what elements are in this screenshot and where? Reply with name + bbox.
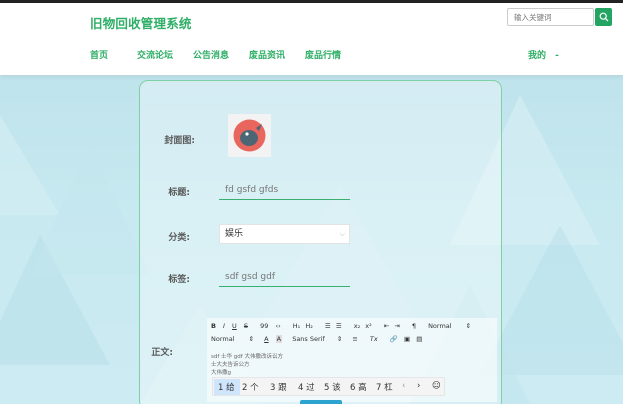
superscript-button[interactable]: x² <box>365 322 371 330</box>
editor-toolbar-row1: B I U S 99 ‹› H₁ H₂ ☰ ☰ x₂ x² ⇤ ⇥ ¶ Norm… <box>211 322 471 330</box>
search-icon <box>599 12 608 22</box>
image-icon[interactable]: ▣ <box>404 335 410 343</box>
link-icon[interactable]: 🔗 <box>390 335 398 343</box>
outdent-button[interactable]: ⇤ <box>384 322 389 330</box>
cover-image[interactable] <box>228 114 271 157</box>
chevron-down-icon: - <box>555 51 559 61</box>
category-select[interactable]: 娱乐 ⌵ <box>219 224 350 244</box>
search-button[interactable] <box>595 8 612 26</box>
nav-announcements[interactable]: 公告消息 <box>193 48 229 61</box>
font-select[interactable]: Sans Serif <box>292 335 325 343</box>
user-menu-label: 我的 <box>528 51 547 61</box>
nav-forum[interactable]: 交流论坛 <box>137 48 173 61</box>
brand-title[interactable]: 旧物回收管理系统 <box>90 13 192 32</box>
ime-candidate-bar: 1 给 2 个 3 跟 4 过 5 该 6 高 7 杠 ‹ › ☺ <box>212 377 445 396</box>
cover-thumbnail-icon <box>233 119 266 152</box>
h2-button[interactable]: H₂ <box>305 322 313 330</box>
nav-home[interactable]: 首页 <box>90 48 108 61</box>
ime-prev-icon[interactable]: ‹ <box>402 381 405 391</box>
code-button[interactable]: ‹› <box>275 322 280 330</box>
ime-candidate[interactable]: 4 过 <box>298 381 315 393</box>
italic-button[interactable]: I <box>223 322 225 330</box>
cover-label: 封面图: <box>164 136 195 146</box>
chevron-updown-icon: ⇕ <box>465 322 472 330</box>
bold-button[interactable]: B <box>211 322 216 330</box>
ime-candidate[interactable]: 5 该 <box>324 381 341 393</box>
submit-button[interactable] <box>300 400 342 404</box>
align-button[interactable]: ≡ <box>352 335 357 343</box>
editor-line-2: 士大夫告诉公方 <box>211 362 250 368</box>
emoji-icon[interactable]: ☺ <box>432 381 441 391</box>
indent-button[interactable]: ⇥ <box>394 322 399 330</box>
direction-button[interactable]: ¶ <box>412 322 416 330</box>
user-menu-dropdown[interactable]: 我的 - <box>528 48 559 61</box>
title-label: 标题: <box>168 188 190 198</box>
strike-button[interactable]: S <box>244 322 248 330</box>
ime-candidate[interactable]: 1 给 <box>218 381 235 393</box>
editor-line-1: sdf 士华 gdf 大伟撒改诉讼方 <box>211 354 283 360</box>
editor-toolbar-row2: Normal ⇕ A A Sans Serif ⇕ ≡ Tx 🔗 ▣ ▤ <box>211 335 422 343</box>
background-color-button[interactable]: A <box>275 335 283 343</box>
clean-format-button[interactable]: Tx <box>370 335 378 343</box>
underline-button[interactable]: U <box>232 322 237 330</box>
font-color-button[interactable]: A <box>264 335 268 343</box>
ime-candidate[interactable]: 3 跟 <box>270 381 287 393</box>
body-label: 正文: <box>151 348 173 358</box>
ime-candidate[interactable]: 7 杠 <box>376 381 393 393</box>
header: 旧物回收管理系统 首页 交流论坛 公告消息 废品资讯 废品行情 我的 - <box>0 3 623 75</box>
size-select[interactable]: Normal <box>428 322 452 330</box>
video-icon[interactable]: ▤ <box>416 335 422 343</box>
chevron-down-icon: ⌵ <box>339 230 345 238</box>
chevron-updown-icon: ⇕ <box>336 335 343 343</box>
ordered-list-button[interactable]: ☰ <box>325 322 331 330</box>
blockquote-button[interactable]: 99 <box>260 322 268 330</box>
editor-line-3: 大伟撒g <box>211 370 231 376</box>
nav-waste-market[interactable]: 废品行情 <box>305 48 341 61</box>
title-field[interactable]: fd gsfd gfds <box>219 183 350 200</box>
tags-field[interactable]: sdf gsd gdf <box>219 270 350 287</box>
search-input[interactable] <box>507 8 594 26</box>
nav-waste-news[interactable]: 废品资讯 <box>249 48 285 61</box>
ime-candidate[interactable]: 2 个 <box>242 381 259 393</box>
ime-next-icon[interactable]: › <box>417 381 420 391</box>
header-select[interactable]: Normal <box>211 335 235 343</box>
chevron-updown-icon: ⇕ <box>248 335 255 343</box>
ime-candidate[interactable]: 6 高 <box>350 381 367 393</box>
category-value: 娱乐 <box>225 229 244 239</box>
category-label: 分类: <box>168 233 190 243</box>
h1-button[interactable]: H₁ <box>293 322 301 330</box>
tags-label: 标签: <box>168 275 190 285</box>
bullet-list-button[interactable]: ☰ <box>336 322 342 330</box>
subscript-button[interactable]: x₂ <box>354 322 360 330</box>
